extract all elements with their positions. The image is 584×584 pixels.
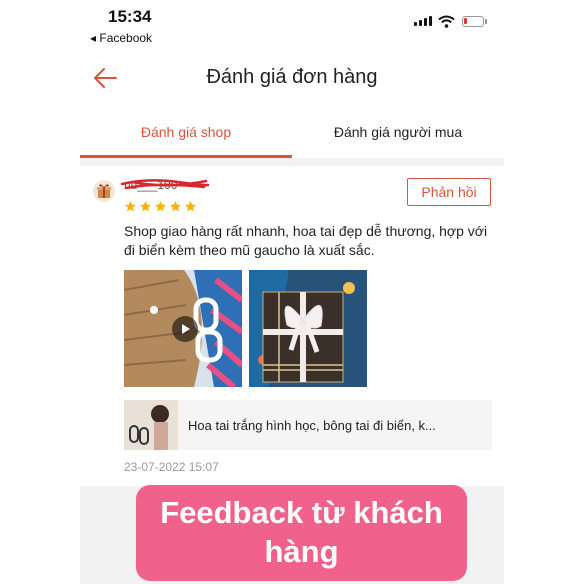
signal-icon [414,16,432,26]
battery-icon [462,16,484,27]
product-thumbnail [124,400,178,450]
page-title: Đánh giá đơn hàng [206,66,378,88]
review-photo-thumbnail[interactable] [249,270,367,387]
status-time: 15:34 [108,7,152,26]
review-text: Shop giao hàng rất nhanh, hoa tai đẹp dễ… [124,223,488,258]
star-rating [124,200,197,213]
play-icon[interactable] [172,316,198,342]
feedback-overlay-banner: Feedback từ khách hàng [136,485,467,581]
username-redaction-scribble [120,179,210,190]
star-icon [170,201,181,212]
product-name: Hoa tai trắng hình học, bông tai đi biển… [188,418,436,433]
reply-button[interactable]: Phản hồi [407,178,491,206]
avatar[interactable] [93,180,115,202]
star-icon [125,201,136,212]
tab-buyer-reviews[interactable]: Đánh giá người mua [292,124,504,140]
section-divider [80,158,504,166]
review-date: 23-07-2022 15:07 [124,460,219,474]
star-icon [155,201,166,212]
star-icon [185,201,196,212]
star-icon [140,201,151,212]
wifi-icon [438,15,455,28]
battery-tip [485,19,487,24]
back-to-facebook-link[interactable]: ◂ Facebook [90,31,152,45]
tab-shop-reviews[interactable]: Đánh giá shop [80,124,292,140]
